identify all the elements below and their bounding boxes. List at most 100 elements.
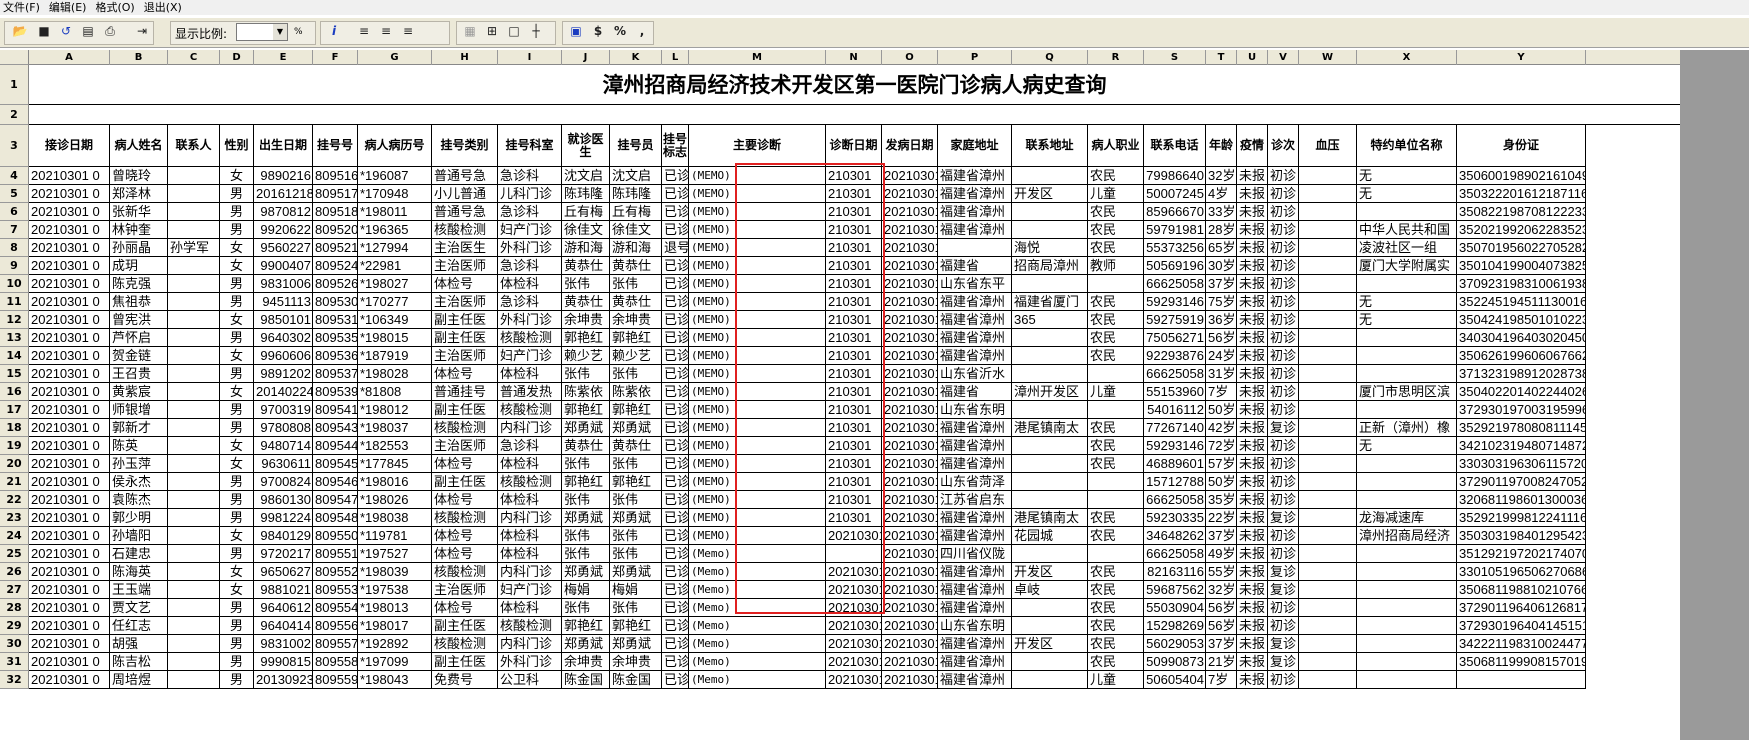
table-cell[interactable] bbox=[1012, 653, 1088, 671]
table-cell[interactable]: 未报 bbox=[1237, 527, 1268, 545]
table-cell[interactable]: 210301 bbox=[826, 329, 882, 347]
table-cell[interactable]: 初诊 bbox=[1268, 671, 1299, 689]
table-cell[interactable] bbox=[168, 185, 220, 203]
table-cell[interactable]: 副主任医 bbox=[432, 473, 498, 491]
table-cell[interactable] bbox=[168, 401, 220, 419]
table-cell[interactable]: 20210301 bbox=[882, 203, 938, 221]
table-cell[interactable]: 未报 bbox=[1237, 311, 1268, 329]
table-cell[interactable]: 副主任医 bbox=[432, 401, 498, 419]
table-cell[interactable]: 809556 bbox=[313, 617, 358, 635]
table-cell[interactable]: 福建省漳州 bbox=[938, 563, 1012, 581]
table-cell[interactable]: 开发区 bbox=[1012, 563, 1088, 581]
column-header-I[interactable]: I bbox=[498, 50, 562, 65]
table-cell[interactable]: 无 bbox=[1357, 437, 1457, 455]
table-cell[interactable]: 342102319480714872 bbox=[1457, 437, 1586, 455]
table-cell[interactable]: 农民 bbox=[1088, 599, 1144, 617]
table-cell[interactable]: (MEMO) bbox=[689, 293, 826, 311]
table-cell[interactable]: 20210301 0 bbox=[29, 167, 110, 185]
table-cell[interactable]: 孙学军 bbox=[168, 239, 220, 257]
table-cell[interactable]: 56岁 bbox=[1206, 599, 1237, 617]
table-cell[interactable]: 普通发热 bbox=[498, 383, 562, 401]
table-cell[interactable]: 20210301 0 bbox=[29, 599, 110, 617]
table-cell[interactable]: 男 bbox=[220, 491, 254, 509]
table-cell[interactable]: (MEMO) bbox=[689, 203, 826, 221]
table-cell[interactable]: 福建省漳州 bbox=[938, 347, 1012, 365]
table-cell[interactable]: 初诊 bbox=[1268, 185, 1299, 203]
table-cell[interactable]: 女 bbox=[220, 257, 254, 275]
table-cell[interactable]: 普通号急 bbox=[432, 203, 498, 221]
table-cell[interactable]: 未报 bbox=[1237, 347, 1268, 365]
table-cell[interactable]: 9900407 bbox=[254, 257, 313, 275]
table-cell[interactable]: 初诊 bbox=[1268, 473, 1299, 491]
row-header[interactable]: 15 bbox=[0, 365, 29, 383]
table-cell[interactable]: 福建省漳州 bbox=[938, 527, 1012, 545]
table-cell[interactable]: 农民 bbox=[1088, 563, 1144, 581]
table-cell[interactable]: 体检号 bbox=[432, 527, 498, 545]
table-cell[interactable]: 809558 bbox=[313, 653, 358, 671]
table-cell[interactable] bbox=[1012, 347, 1088, 365]
table-cell[interactable]: 320681198601300036 bbox=[1457, 491, 1586, 509]
table-cell[interactable]: 9840129 bbox=[254, 527, 313, 545]
percent-icon[interactable]: % bbox=[612, 23, 628, 39]
table-cell[interactable]: 9891202 bbox=[254, 365, 313, 383]
table-cell[interactable]: 809535 bbox=[313, 329, 358, 347]
table-cell[interactable]: 郭少明 bbox=[110, 509, 168, 527]
table-cell[interactable]: *170948 bbox=[358, 185, 432, 203]
table-cell[interactable] bbox=[1357, 617, 1457, 635]
table-cell[interactable] bbox=[1357, 599, 1457, 617]
table-cell[interactable]: 无 bbox=[1357, 311, 1457, 329]
table-cell[interactable]: 809537 bbox=[313, 365, 358, 383]
table-cell[interactable]: 卓岐 bbox=[1012, 581, 1088, 599]
table-cell[interactable]: 未报 bbox=[1237, 617, 1268, 635]
table-cell[interactable]: 徐佳文 bbox=[610, 221, 662, 239]
column-header-C[interactable]: C bbox=[168, 50, 220, 65]
table-cell[interactable]: 20210301 bbox=[826, 671, 882, 689]
row-header[interactable]: 24 bbox=[0, 527, 29, 545]
table-cell[interactable]: 福建省漳州 bbox=[938, 167, 1012, 185]
table-cell[interactable] bbox=[1299, 653, 1357, 671]
table-cell[interactable]: 女 bbox=[220, 563, 254, 581]
table-cell[interactable]: 已诊 bbox=[662, 185, 689, 203]
table-cell[interactable] bbox=[168, 311, 220, 329]
table-cell[interactable]: 农民 bbox=[1088, 509, 1144, 527]
row-header[interactable]: 14 bbox=[0, 347, 29, 365]
table-cell[interactable]: 复诊 bbox=[1268, 419, 1299, 437]
header-cell[interactable]: 联系地址 bbox=[1012, 125, 1088, 167]
table-cell[interactable]: 20210301 bbox=[882, 293, 938, 311]
table-cell[interactable]: 女 bbox=[220, 581, 254, 599]
table-cell[interactable]: (Memo) bbox=[689, 545, 826, 563]
table-cell[interactable]: 3506001989021610491 bbox=[1457, 167, 1586, 185]
table-cell[interactable] bbox=[1012, 437, 1088, 455]
table-cell[interactable]: 15298269 bbox=[1144, 617, 1206, 635]
table-cell[interactable]: 92293876 bbox=[1144, 347, 1206, 365]
table-cell[interactable] bbox=[1299, 509, 1357, 527]
table-cell[interactable] bbox=[168, 347, 220, 365]
table-cell[interactable]: 农民 bbox=[1088, 221, 1144, 239]
header-cell[interactable]: 就诊医生 bbox=[562, 125, 610, 167]
table-cell[interactable]: 福建省漳州 bbox=[938, 419, 1012, 437]
table-cell[interactable] bbox=[168, 455, 220, 473]
table-cell[interactable]: 20210301 0 bbox=[29, 311, 110, 329]
table-cell[interactable]: 350626199606067662 bbox=[1457, 347, 1586, 365]
table-cell[interactable]: 20210301 bbox=[882, 167, 938, 185]
table-cell[interactable]: 女 bbox=[220, 167, 254, 185]
table-cell[interactable]: 陈玮隆 bbox=[562, 185, 610, 203]
align-left-icon[interactable]: ≡ bbox=[356, 23, 372, 39]
table-cell[interactable]: 已诊 bbox=[662, 221, 689, 239]
table-cell[interactable]: 妇产门诊 bbox=[498, 347, 562, 365]
table-cell[interactable]: 农民 bbox=[1088, 329, 1144, 347]
row-header[interactable]: 6 bbox=[0, 203, 29, 221]
table-cell[interactable]: 男 bbox=[220, 329, 254, 347]
table-cell[interactable]: 孙玉萍 bbox=[110, 455, 168, 473]
table-cell[interactable]: *198012 bbox=[358, 401, 432, 419]
table-cell[interactable]: 32岁 bbox=[1206, 581, 1237, 599]
table-cell[interactable]: 已诊 bbox=[662, 527, 689, 545]
table-cell[interactable]: 809559 bbox=[313, 671, 358, 689]
table-cell[interactable]: 9981224 bbox=[254, 509, 313, 527]
table-cell[interactable]: 张伟 bbox=[562, 275, 610, 293]
table-cell[interactable]: 9920622 bbox=[254, 221, 313, 239]
column-header-R[interactable]: R bbox=[1088, 50, 1144, 65]
table-cell[interactable]: 中华人民共和国 bbox=[1357, 221, 1457, 239]
table-cell[interactable]: 34648262 bbox=[1144, 527, 1206, 545]
table-cell[interactable] bbox=[1299, 491, 1357, 509]
